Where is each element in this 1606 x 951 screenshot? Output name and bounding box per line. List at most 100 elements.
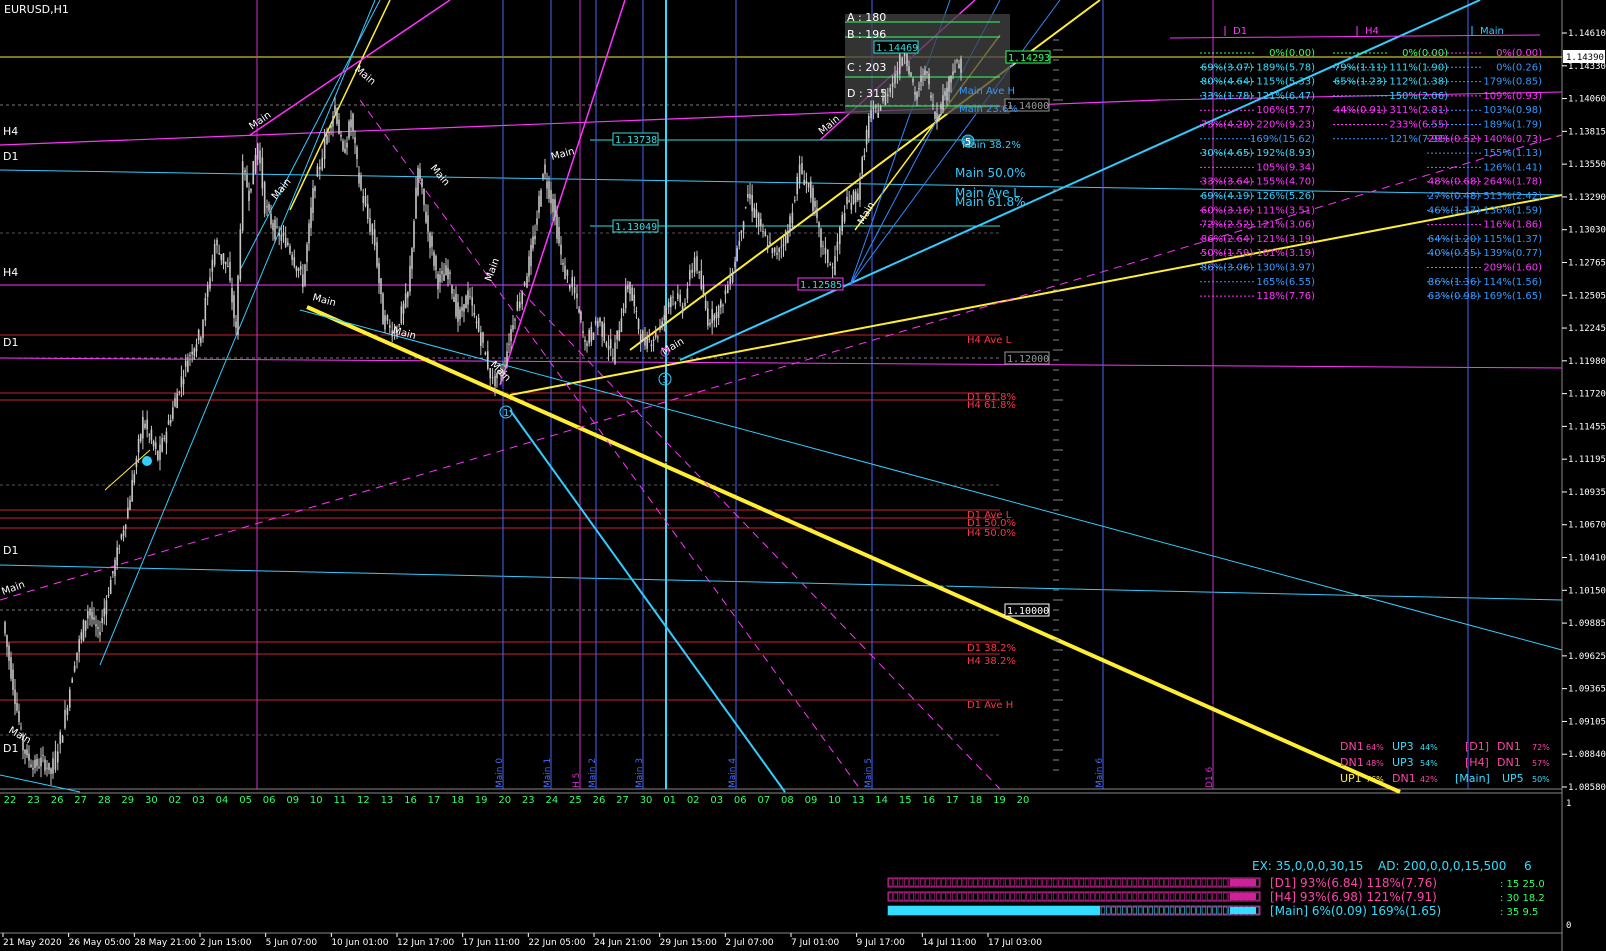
day-tick-label: 25 — [569, 795, 582, 806]
fib-table-cell: 65%(1.23) 112%(1.38) — [1334, 77, 1448, 88]
candle-body — [447, 268, 449, 280]
candle-body — [237, 275, 239, 335]
candle-body — [546, 181, 548, 189]
candle-body — [299, 265, 302, 270]
candle-body — [449, 272, 451, 274]
candle-body — [227, 266, 229, 268]
candle-body — [859, 181, 861, 201]
y-tick-label: 1.10935 — [1568, 488, 1606, 498]
candle-body — [805, 180, 808, 184]
day-tick-label: 13 — [852, 795, 865, 806]
candle-body — [248, 190, 250, 202]
progress-fill — [888, 906, 1101, 915]
candle-body — [672, 296, 674, 298]
candle-body — [172, 407, 174, 419]
candle-body — [901, 58, 903, 66]
candle-body — [477, 317, 480, 332]
candle-body — [165, 431, 168, 444]
candle-body — [326, 135, 328, 144]
candle-body — [766, 244, 769, 249]
candle-body — [834, 256, 836, 276]
candle-body — [590, 326, 593, 342]
day-tick-label: 30 — [145, 795, 158, 806]
fib-table-cell: 105%(9.34) — [1256, 162, 1315, 173]
candle-body — [332, 115, 334, 127]
day-tick-label: 19 — [475, 795, 488, 806]
candle-body — [103, 608, 106, 617]
candle-body — [364, 195, 367, 206]
candle-body — [686, 288, 689, 300]
y-tick-label: 1.13030 — [1568, 226, 1606, 236]
label-h4-ave-l: H4 Ave L — [967, 335, 1012, 346]
day-tick-label: 03 — [710, 795, 723, 806]
candle-body — [932, 104, 934, 106]
chart-canvas[interactable]: EURUSD,H1 A: 180 B: 196 C: 203 D: 31… — [0, 0, 1606, 951]
candle-body — [435, 255, 437, 271]
candle-body — [213, 244, 216, 265]
signal-r2-c4: 54% — [1420, 759, 1438, 768]
date-tick-label: 9 Jul 17:00 — [857, 938, 906, 948]
y-tick-label: 1.14060 — [1568, 95, 1606, 105]
candle-body — [71, 678, 73, 683]
day-tick-label: 27 — [616, 795, 629, 806]
candle-body — [64, 709, 66, 729]
candle-body — [334, 105, 336, 113]
candle-body — [263, 182, 266, 214]
candle-body — [940, 104, 942, 109]
candle-body — [631, 287, 633, 301]
candle-body — [429, 232, 431, 249]
candle-body — [677, 293, 679, 299]
signal-r1-c1: DN1 — [1340, 740, 1364, 753]
candle-body — [633, 294, 636, 307]
candle-body — [744, 207, 747, 209]
candle-body — [14, 689, 16, 705]
candle-body — [629, 282, 631, 294]
candle-body — [362, 196, 365, 204]
candle-body — [715, 312, 718, 319]
y-tick-label: 1.12765 — [1568, 258, 1606, 268]
candle-body — [97, 626, 99, 629]
candle-body — [650, 344, 653, 346]
candle-body — [684, 302, 686, 306]
candle-body — [584, 339, 586, 342]
candle-body — [711, 309, 713, 324]
candle-body — [848, 200, 850, 202]
sub-y-tick-1: 1 — [1566, 799, 1571, 809]
candle-body — [916, 92, 918, 100]
y-tick-label: 1.14330 — [1568, 62, 1606, 72]
y-tick-label: 1.14610 — [1568, 29, 1606, 39]
candle-body — [129, 500, 131, 510]
candle-body — [295, 266, 298, 271]
day-tick-label: 10 — [828, 795, 841, 806]
fib-table-cell: 72%(2.52) 121%(3.06) — [1201, 220, 1315, 231]
candle-body — [469, 296, 471, 298]
sub-ad-label: AD: 200,0,0,0,15,500 — [1378, 859, 1506, 873]
candle-body — [40, 757, 42, 767]
candle-body — [824, 247, 827, 255]
day-tick-label: 06 — [263, 795, 276, 806]
y-tick-label: 1.10670 — [1568, 521, 1606, 531]
candle-body — [618, 329, 621, 341]
label-d1-382: D1 38.2% — [967, 643, 1016, 654]
sub-y-tick-0: 0 — [1566, 921, 1571, 931]
candle-body — [558, 226, 560, 244]
candle-body — [910, 72, 912, 76]
candle-body — [667, 302, 670, 308]
candle-body — [12, 669, 14, 690]
vline-label-main-6: Main 6 — [1095, 758, 1105, 788]
candle-body — [816, 208, 818, 219]
fib-table-cell: 86%(1.36) 114%(1.56) — [1428, 277, 1542, 288]
candle-body — [523, 282, 526, 286]
fib-table-cell: 33%(3.64) 155%(4.70) — [1201, 177, 1315, 188]
price-box-113738: 1.13738 — [615, 135, 657, 146]
candle-body — [50, 768, 52, 774]
signal-r2-c3: UP3 — [1392, 756, 1414, 769]
candle-body — [330, 125, 332, 129]
day-tick-label: 20 — [1017, 795, 1030, 806]
candle-body — [926, 71, 928, 74]
candle-body — [609, 339, 612, 349]
candle-body — [607, 345, 610, 350]
date-tick-label: 2 Jul 07:00 — [725, 938, 774, 948]
candle-body — [380, 278, 382, 295]
candle-body — [540, 190, 542, 207]
